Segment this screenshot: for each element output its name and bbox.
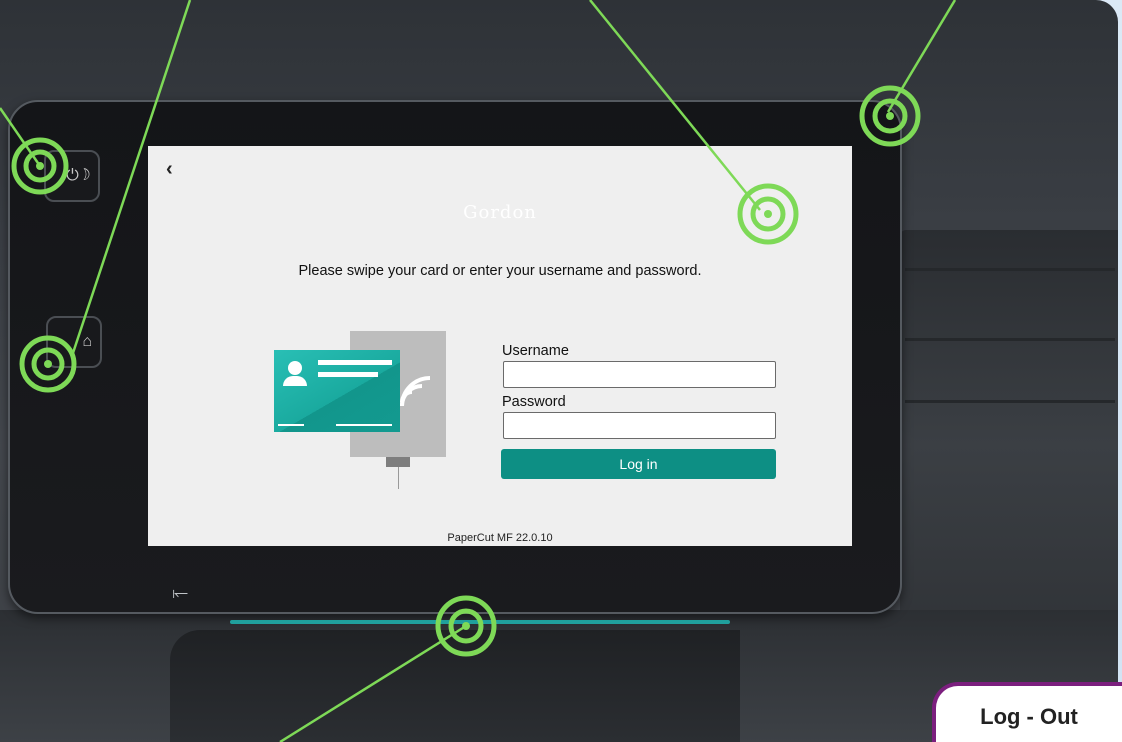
card-line — [318, 360, 392, 365]
nfc-icon: ⥖ — [172, 582, 189, 602]
avatar-icon — [283, 376, 307, 386]
password-label: Password — [502, 394, 566, 410]
printer-side-panel — [900, 230, 1118, 660]
power-sleep-button[interactable]: ⏻☽ — [44, 150, 100, 202]
card-line — [318, 372, 378, 377]
touch-screen: ‹ Gordon Please swipe your card or enter… — [148, 146, 852, 546]
brand-logo: Gordon — [463, 202, 537, 223]
chevron-left-icon[interactable]: ‹ — [166, 158, 173, 181]
card-reader-cable — [398, 467, 399, 489]
logout-badge: Log - Out — [932, 682, 1122, 742]
home-icon: ⌂ — [82, 333, 92, 350]
status-light-bar — [230, 620, 730, 624]
contactless-icon — [400, 376, 431, 407]
password-field[interactable] — [503, 412, 776, 439]
card-line — [278, 424, 304, 426]
card-line — [336, 424, 392, 426]
printer-slot — [905, 268, 1115, 271]
login-prompt: Please swipe your card or enter your use… — [298, 263, 702, 279]
avatar-icon — [288, 361, 302, 375]
power-sleep-icon: ⏻☽ — [66, 167, 90, 184]
printer-slot — [905, 338, 1115, 341]
printer-slot — [905, 400, 1115, 403]
username-field[interactable] — [503, 361, 776, 388]
home-button[interactable]: ⌂ — [46, 316, 102, 368]
card-reader-stem — [386, 457, 410, 467]
username-label: Username — [502, 343, 569, 359]
output-tray — [170, 630, 740, 742]
version-text: PaperCut MF 22.0.10 — [447, 532, 553, 544]
login-button[interactable]: Log in — [501, 449, 776, 479]
